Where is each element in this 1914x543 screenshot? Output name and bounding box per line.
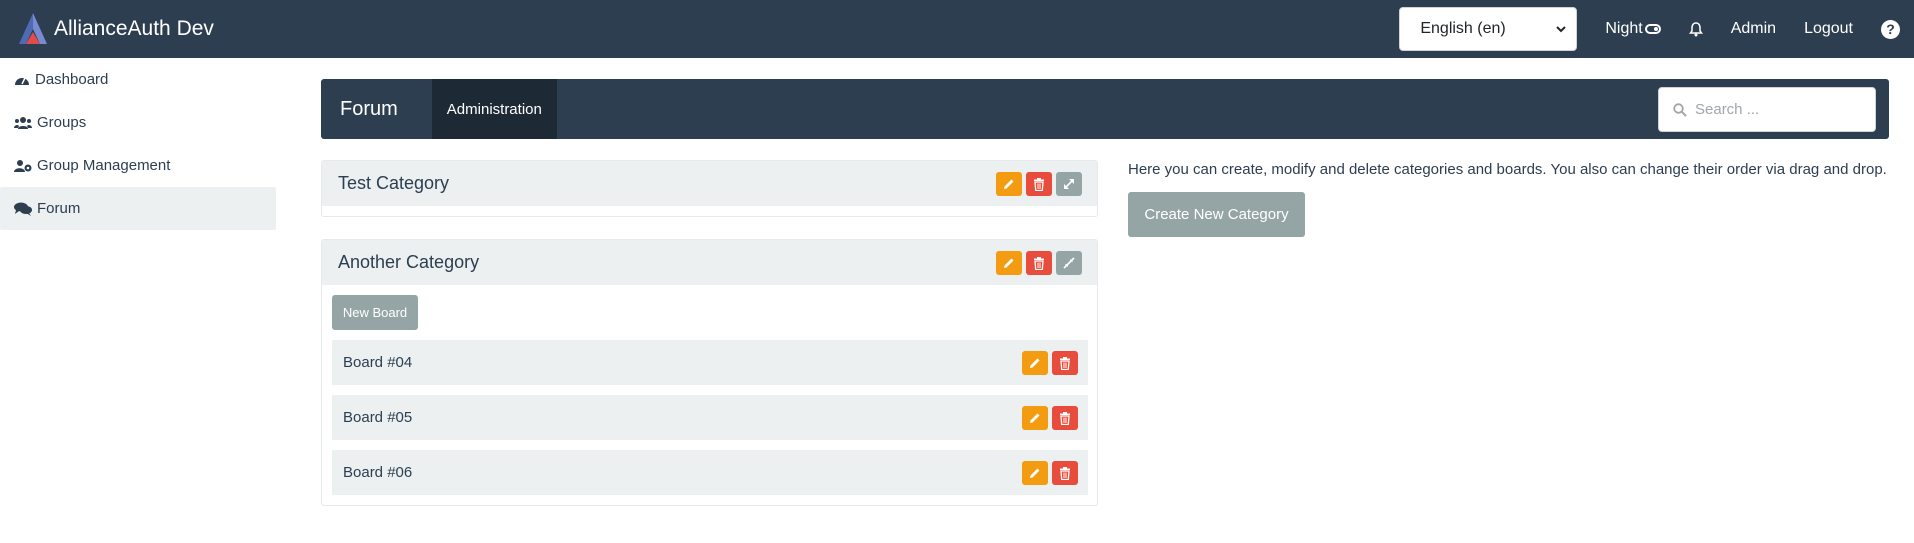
category-title: Another Category (338, 252, 480, 272)
sidebar-item-label: Forum (37, 200, 81, 217)
comments-icon (14, 202, 32, 216)
language-select-value: English (en) (1420, 20, 1506, 37)
edit-category-button[interactable] (996, 251, 1022, 275)
new-board-button[interactable]: New Board (332, 295, 418, 330)
trash-icon (1034, 256, 1044, 270)
sidebar-item-label: Groups (37, 114, 87, 131)
users-cog-icon (14, 159, 32, 172)
toggle-icon (1644, 24, 1661, 34)
edit-board-button[interactable] (1022, 461, 1048, 485)
board-title: Board #04 (343, 354, 413, 371)
dashboard-icon (15, 77, 29, 85)
board-title: Board #06 (343, 464, 413, 481)
help-icon[interactable]: ? (1881, 19, 1900, 39)
board-row[interactable]: Board #05 (332, 395, 1088, 440)
board-row[interactable]: Board #04 (332, 340, 1088, 385)
help-text: Here you can create, modify and delete c… (1128, 161, 1887, 178)
pencil-icon (1004, 179, 1014, 189)
trash-icon (1060, 356, 1070, 370)
trash-icon (1060, 411, 1070, 425)
sidebar-item-label: Group Management (37, 157, 171, 174)
delete-board-button[interactable] (1052, 461, 1078, 485)
delete-category-button[interactable] (1026, 251, 1052, 275)
search-placeholder: Search ... (1695, 101, 1760, 118)
sidebar-item-dashboard[interactable]: Dashboard (0, 58, 276, 101)
bell-icon (1688, 21, 1703, 36)
brand-title: AllianceAuth Dev (54, 17, 214, 40)
sidebar-item-forum[interactable]: Forum (0, 187, 276, 230)
chevron-down-icon (1556, 26, 1567, 33)
category-title: Test Category (338, 173, 450, 193)
brand-link[interactable]: AllianceAuth Dev (18, 12, 214, 46)
forum-header: Forum Administration Search ... (321, 79, 1889, 139)
sidebar: Dashboard Groups Group Management Forum (0, 58, 276, 230)
pencil-icon (1004, 258, 1014, 268)
night-mode-toggle[interactable]: Night (1605, 20, 1661, 38)
admin-link[interactable]: Admin (1731, 20, 1776, 38)
users-icon (14, 116, 32, 129)
board-row[interactable]: Board #06 (332, 450, 1088, 495)
tab-administration[interactable]: Administration (431, 79, 557, 139)
compress-icon (1063, 257, 1075, 269)
edit-board-button[interactable] (1022, 406, 1048, 430)
search-icon (1673, 102, 1687, 117)
delete-board-button[interactable] (1052, 351, 1078, 375)
delete-board-button[interactable] (1052, 406, 1078, 430)
board-title: Board #05 (343, 409, 413, 426)
edit-board-button[interactable] (1022, 351, 1048, 375)
sidebar-item-label: Dashboard (35, 71, 109, 88)
edit-category-button[interactable] (996, 172, 1022, 196)
category-card: Another Category New Board Board #04 Boa… (321, 239, 1098, 506)
trash-icon (1034, 177, 1044, 191)
expand-category-button[interactable] (1056, 172, 1082, 196)
search-input[interactable]: Search ... (1658, 87, 1876, 132)
language-select[interactable]: English (en) (1399, 7, 1578, 51)
pencil-icon (1030, 413, 1040, 423)
forum-title[interactable]: Forum (340, 98, 398, 121)
expand-icon (1064, 179, 1074, 189)
sidebar-item-group-management[interactable]: Group Management (0, 144, 276, 187)
logout-link[interactable]: Logout (1804, 20, 1853, 38)
alliance-logo-icon (19, 13, 47, 44)
create-category-button[interactable]: Create New Category (1128, 192, 1305, 237)
category-card: Test Category (321, 160, 1098, 217)
sidebar-item-groups[interactable]: Groups (0, 101, 276, 144)
delete-category-button[interactable] (1026, 172, 1052, 196)
pencil-icon (1030, 358, 1040, 368)
category-header[interactable]: Test Category (322, 161, 1097, 206)
trash-icon (1060, 466, 1070, 480)
collapse-category-button[interactable] (1056, 251, 1082, 275)
night-mode-label: Night (1605, 20, 1643, 37)
notifications-button[interactable] (1688, 21, 1703, 37)
category-header[interactable]: Another Category (322, 240, 1097, 285)
top-navbar: AllianceAuth Dev English (en) Night Admi… (0, 0, 1914, 58)
pencil-icon (1030, 468, 1040, 478)
